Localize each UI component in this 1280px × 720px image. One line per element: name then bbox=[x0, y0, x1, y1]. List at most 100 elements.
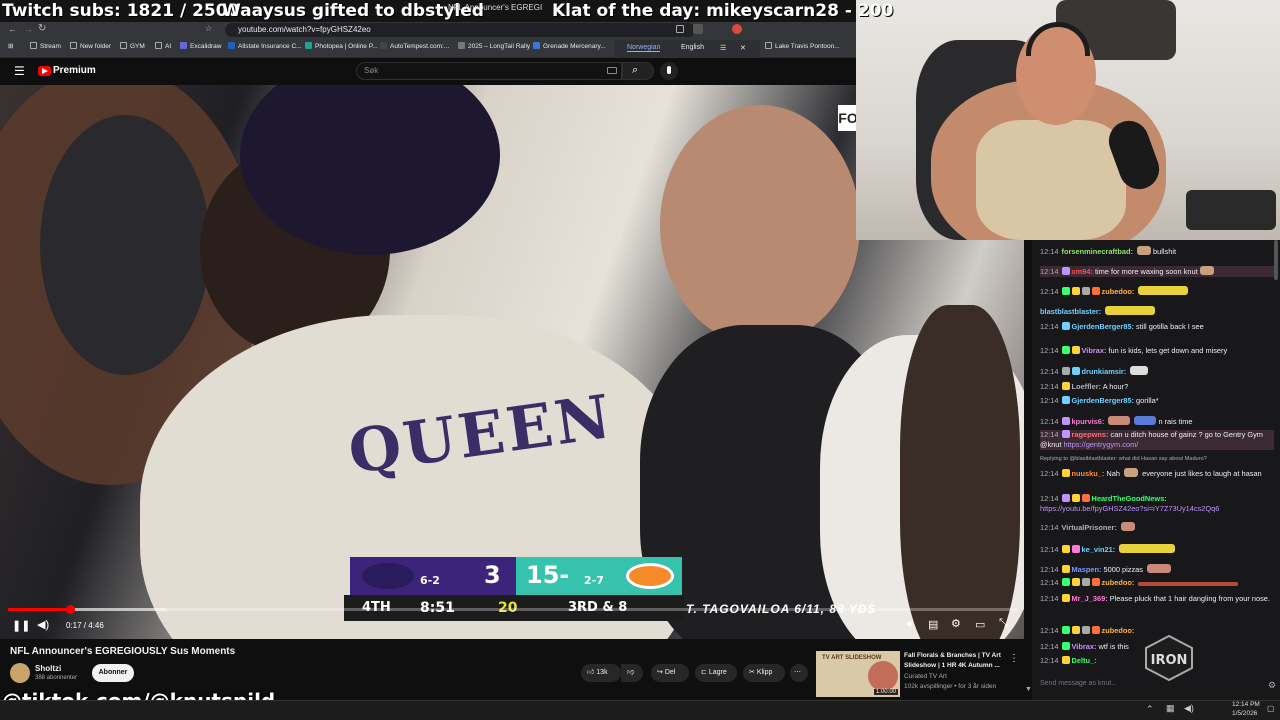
chat-username[interactable]: Loeffler: bbox=[1072, 382, 1102, 391]
emote-icon bbox=[1108, 416, 1131, 425]
badge-icon bbox=[1061, 382, 1070, 390]
search-input[interactable] bbox=[356, 62, 622, 80]
badge-icon bbox=[1061, 545, 1070, 553]
share-button[interactable]: ↪ Del bbox=[651, 664, 689, 682]
chat-username[interactable]: ragepwns: bbox=[1072, 430, 1109, 439]
chat-username[interactable]: ke_vin21: bbox=[1082, 545, 1116, 554]
chat-username[interactable]: forsenminecraftbad: bbox=[1062, 247, 1133, 256]
coach-face-shape bbox=[660, 105, 860, 345]
chat-username[interactable]: HeardTheGoodNews: bbox=[1092, 494, 1167, 503]
away-record: 6-2 bbox=[420, 574, 440, 587]
chat-username[interactable]: zubedoo: bbox=[1102, 626, 1135, 635]
save-button[interactable]: ⊏ Lagre bbox=[695, 664, 737, 682]
chat-username[interactable]: GjerdenBerger85: bbox=[1072, 396, 1134, 405]
rec-title-line2[interactable]: Slideshow | 1 HR 4K Autumn ... bbox=[904, 662, 1000, 669]
like-button[interactable]: 👍︎ 13k bbox=[581, 664, 621, 682]
chat-username[interactable]: drunkiamsir: bbox=[1082, 367, 1127, 376]
emote-icon bbox=[1130, 366, 1149, 375]
bookmark-allstate[interactable]: Allstate Insurance C... bbox=[228, 41, 302, 53]
bookmark-icon: ⊏ bbox=[701, 669, 707, 676]
dislike-button[interactable]: 👎︎ bbox=[621, 664, 643, 682]
chat-username[interactable]: Mr_J_369: bbox=[1072, 594, 1108, 603]
chat-username[interactable]: Deltu_: bbox=[1072, 656, 1097, 665]
scroll-down-icon[interactable]: ▼ bbox=[1025, 686, 1032, 693]
chat-username[interactable]: Maspen: bbox=[1072, 565, 1102, 574]
chat-scrollbar[interactable] bbox=[1274, 240, 1278, 280]
subtitles-icon[interactable]: ▤ bbox=[928, 618, 938, 631]
chat-link[interactable]: https://youtu.be/fpyGHSZ42eo?si=iY7Z73Uy… bbox=[1040, 504, 1219, 513]
bookmark-grenade[interactable]: Grenade Mercenary... bbox=[533, 41, 606, 53]
more-actions-button[interactable]: ⋯ bbox=[790, 664, 808, 682]
bookmark-photopea[interactable]: Photopea | Online P... bbox=[305, 41, 378, 53]
settings-gear-icon[interactable]: ⚙ bbox=[951, 617, 961, 630]
url-text[interactable]: youtube.com/watch?v=fpyGHSZ42eo bbox=[238, 24, 371, 36]
chat-username[interactable]: nuusku_: bbox=[1072, 469, 1105, 478]
translate-to-tab[interactable]: English bbox=[681, 44, 704, 51]
chat-username[interactable]: xm94: bbox=[1072, 267, 1093, 276]
rec-more-icon[interactable]: ⋮ bbox=[1009, 653, 1019, 664]
translate-close-icon[interactable]: ✕ bbox=[740, 44, 746, 52]
right-player-hair-shape bbox=[900, 305, 1020, 639]
subscribe-button[interactable]: Abonner bbox=[92, 664, 134, 682]
chat-username[interactable]: zubedoo: bbox=[1102, 287, 1135, 296]
time-display: 0:17 / 4:46 bbox=[66, 621, 104, 630]
bookmark-excalidraw[interactable]: Excalidraw bbox=[180, 41, 221, 53]
rec-title-line1[interactable]: Fall Florals & Branches | TV Art bbox=[904, 652, 1001, 659]
bookmark-gym[interactable]: GYM bbox=[120, 41, 145, 53]
chat-link[interactable]: https://gentrygym.com/ bbox=[1064, 440, 1139, 449]
forward-icon[interactable]: → bbox=[24, 24, 33, 34]
taskbar-clock[interactable]: 12:14 PM bbox=[1232, 701, 1260, 708]
menu-icon[interactable]: ☰ bbox=[14, 64, 25, 78]
apps-grid-icon[interactable]: ⊞ bbox=[8, 41, 13, 53]
chat-username[interactable]: blastblastblaster: bbox=[1040, 307, 1101, 316]
recommended-thumbnail[interactable]: TV ART SLIDESHOW 1:00:00 bbox=[816, 651, 900, 697]
chat-username[interactable]: VirtualPrisoner: bbox=[1062, 523, 1117, 532]
network-icon[interactable]: ▦ bbox=[1166, 703, 1175, 714]
bookmark-new-folder[interactable]: New folder bbox=[70, 41, 111, 53]
badge-icon bbox=[1061, 417, 1070, 425]
notification-icon[interactable]: ▢ bbox=[1267, 704, 1275, 713]
volume-icon[interactable]: ◀) bbox=[37, 618, 49, 631]
progress-scrubber[interactable] bbox=[65, 605, 75, 614]
badge-icon bbox=[1081, 287, 1090, 295]
fullscreen-icon[interactable]: ⤡ bbox=[999, 617, 1008, 630]
keyboard-icon[interactable] bbox=[607, 67, 617, 74]
bookmark-longtail[interactable]: 2025 – LongTail Rally bbox=[458, 41, 530, 53]
bookmark-autotempest[interactable]: AutoTempest.com:... bbox=[380, 41, 449, 53]
channel-name[interactable]: Sholtzi bbox=[35, 664, 61, 673]
channel-avatar[interactable] bbox=[10, 663, 30, 683]
chat-username[interactable]: Vibrax: bbox=[1072, 642, 1097, 651]
thumbnail-caption: TV ART SLIDESHOW bbox=[822, 655, 882, 661]
scissors-icon: ✂ bbox=[749, 669, 755, 676]
chat-username[interactable]: zubedoo: bbox=[1102, 578, 1135, 587]
extension-shield-icon[interactable] bbox=[732, 24, 742, 34]
chat-username[interactable]: GjerdenBerger85: bbox=[1072, 322, 1134, 331]
cast-icon[interactable] bbox=[676, 25, 684, 33]
bookmark-ai[interactable]: AI bbox=[155, 41, 171, 53]
clip-button[interactable]: ✂ Klipp bbox=[743, 664, 785, 682]
bookmark-lake-travis[interactable]: Lake Travis Pontoon... bbox=[765, 41, 840, 53]
pause-icon[interactable]: ❚❚ bbox=[12, 619, 30, 632]
miniplayer-icon[interactable]: ▭ bbox=[975, 618, 985, 631]
emote-icon bbox=[1124, 468, 1139, 477]
chat-settings-gear-icon[interactable]: ⚙ bbox=[1268, 680, 1276, 691]
reload-icon[interactable]: ↻ bbox=[38, 23, 46, 34]
chat-message: 12:14 xm94: time for more waxing soon knu… bbox=[1040, 266, 1274, 277]
bookmark-stream[interactable]: Stream bbox=[30, 41, 61, 53]
badge-icon bbox=[1061, 642, 1070, 650]
ravens-logo-icon bbox=[362, 563, 414, 589]
translate-icon[interactable] bbox=[693, 24, 703, 34]
emote-icon bbox=[1119, 544, 1176, 553]
thumbs-down-icon: 👎︎ bbox=[627, 669, 635, 676]
dolphins-logo-icon bbox=[626, 563, 674, 589]
bookmark-star-icon[interactable]: ☆ bbox=[205, 24, 212, 33]
translate-menu-icon[interactable]: ☰ bbox=[720, 44, 726, 52]
chat-username[interactable]: kpurvis6: bbox=[1072, 417, 1105, 426]
tray-chevron-icon[interactable]: ⌃ bbox=[1146, 704, 1154, 715]
chat-username[interactable]: Vibrax: bbox=[1082, 346, 1107, 355]
back-icon[interactable]: ← bbox=[8, 24, 17, 34]
autoplay-toggle-icon[interactable]: ● bbox=[906, 618, 913, 630]
speaker-icon[interactable]: ◀) bbox=[1184, 703, 1194, 714]
search-icon: ⌕ bbox=[632, 64, 639, 76]
translate-from-tab[interactable]: Norwegian bbox=[627, 44, 661, 52]
